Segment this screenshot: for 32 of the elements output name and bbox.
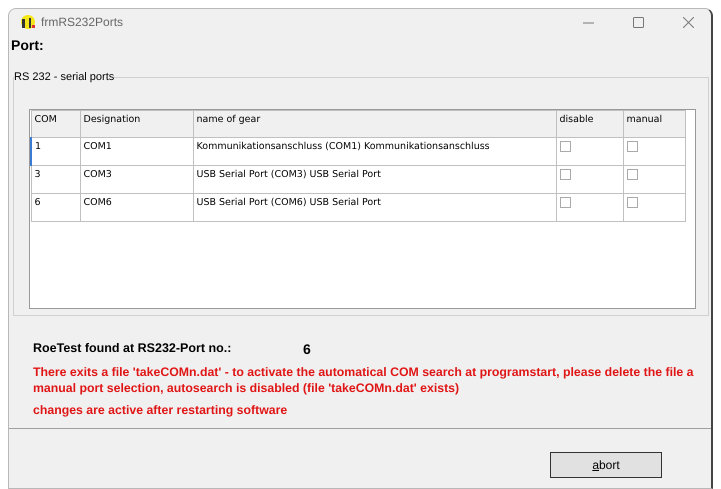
- checkbox[interactable]: [560, 197, 570, 208]
- table-cell: USB Serial Port (COM3) USB Serial Port: [193, 166, 556, 194]
- close-icon[interactable]: [682, 16, 694, 28]
- table-cell: 3: [31, 166, 80, 194]
- warning-text: manual port selection, autosearch is disabled (file 'takeCOMn.dat' exists): [33, 380, 460, 396]
- window-title: frmRS232Ports: [41, 15, 124, 29]
- table-cell: COM6: [80, 194, 193, 222]
- maximize-icon[interactable]: [632, 16, 644, 28]
- column-header: manual: [623, 110, 685, 138]
- checkbox[interactable]: [626, 197, 638, 208]
- group-title: RS 232 - serial ports: [14, 71, 114, 83]
- column-header: COM: [31, 110, 80, 138]
- table-cell: COM1: [80, 138, 193, 166]
- app-icon: [19, 14, 37, 30]
- table-cell: 6: [31, 194, 80, 222]
- column-header: Designation: [80, 110, 193, 138]
- found-label: RoeTest found at RS232-Port no.:: [33, 341, 232, 357]
- abort-button[interactable]: abort: [550, 452, 662, 478]
- table-cell: Kommunikationsanschluss (COM1) Kommunikationsanschluss: [193, 138, 556, 166]
- column-header: disable: [556, 110, 623, 138]
- table-cell: USB Serial Port (COM6) USB Serial Port: [193, 194, 556, 222]
- checkbox[interactable]: [626, 169, 638, 180]
- column-header: name of gear: [193, 110, 556, 138]
- checkbox[interactable]: [560, 141, 570, 152]
- checkbox[interactable]: [626, 141, 638, 152]
- port-number: 6: [303, 341, 311, 357]
- checkbox[interactable]: [560, 169, 570, 180]
- table-cell: 1: [31, 138, 80, 166]
- warning-text: changes are active after restarting software: [33, 402, 288, 418]
- warning-text: There exits a file 'takeCOMn.dat' - to activate the automatical COM search at programstart, please delete the file a: [33, 364, 694, 380]
- section-heading: Port:: [11, 37, 44, 53]
- table-cell: COM3: [80, 166, 193, 194]
